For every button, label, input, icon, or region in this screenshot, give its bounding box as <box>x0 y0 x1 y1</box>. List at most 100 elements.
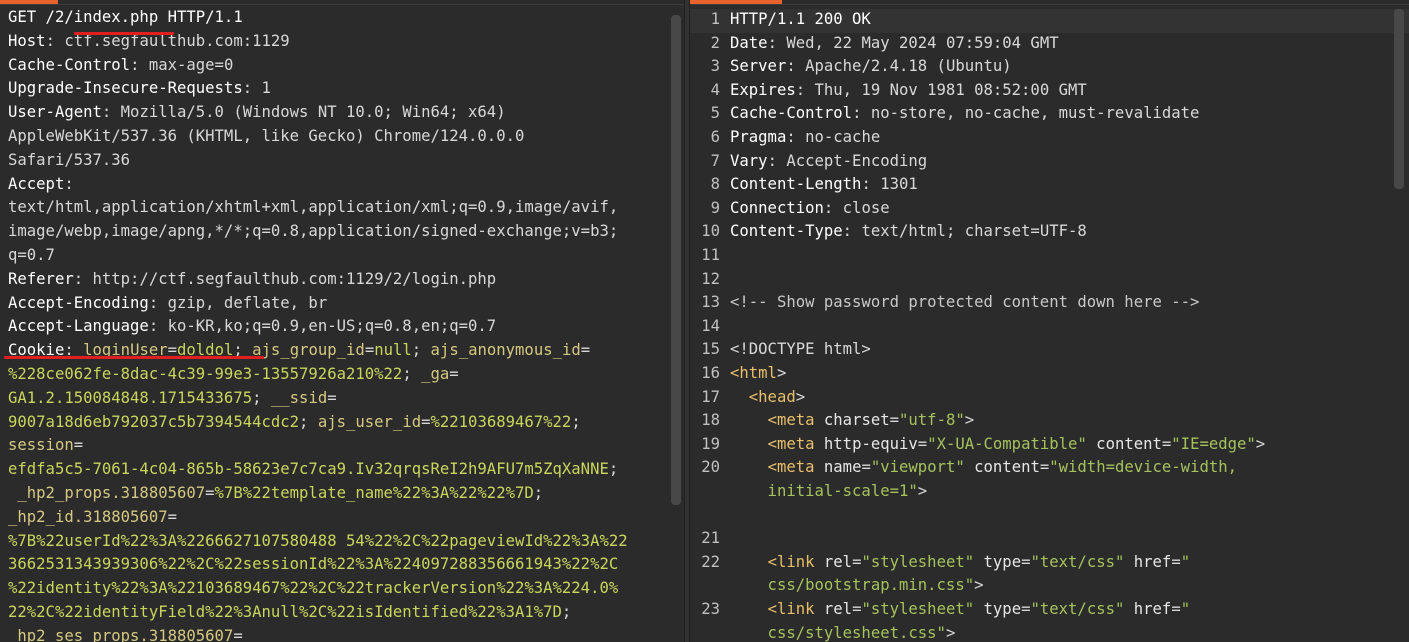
token-val: : max-age=0 <box>130 55 234 74</box>
line-number: 19 <box>701 434 720 453</box>
token-name: HTTP/1.1 200 OK <box>730 10 871 28</box>
response-line: css/bootstrap.min.css"> <box>730 573 984 597</box>
line-number: 1 <box>710 10 720 28</box>
token-cval: %22103689467%22 <box>430 412 572 431</box>
line-number: 10 <box>701 222 720 241</box>
response-line: css/stylesheet.css"> <box>730 621 956 642</box>
token-val: > <box>776 364 787 382</box>
token-val: ; <box>402 365 422 383</box>
token-val: : no-store, no-cache, must-revalidate <box>852 104 1200 123</box>
token-val: text/html,application/xhtml+xml,applicat… <box>8 198 619 217</box>
token-name: User-Agent <box>8 103 102 122</box>
token-val: ; <box>411 341 431 360</box>
token-val: : 1 <box>242 79 271 98</box>
token-cval: %228ce062fe-8dac-4c39-99e3-13557926a210%… <box>8 365 403 383</box>
request-line: _hp2_id.318805607= <box>8 505 177 529</box>
request-line: GA1.2.150084848.1715433675; __ssid= <box>8 386 337 410</box>
token-val: : <box>64 174 74 193</box>
token-grn: __ssid <box>270 388 328 407</box>
token-val: ; <box>299 412 318 431</box>
token-name: Referer <box>8 269 74 288</box>
line-number: 7 <box>710 151 720 170</box>
token-name: Vary <box>730 151 768 170</box>
token-val: = <box>580 341 591 360</box>
token-val: : Wed, 22 May 2024 07:59:04 GMT <box>767 33 1059 52</box>
token-val: : close <box>823 198 890 217</box>
token-val: ; <box>533 484 544 502</box>
request-line: Upgrade-Insecure-Requests: 1 <box>8 76 271 100</box>
token-name: GET /2/index.php HTTP/1.1 <box>8 8 243 26</box>
token-val <box>730 388 749 406</box>
token-name: Connection <box>730 198 824 217</box>
response-line: Vary: Accept-Encoding <box>730 149 927 173</box>
token-attr: type <box>974 552 1022 571</box>
token-val: = <box>449 365 459 383</box>
line-number: 16 <box>701 364 720 382</box>
token-val: = <box>205 484 215 502</box>
request-line: Accept: <box>8 172 74 196</box>
line-number: 22 <box>701 552 720 571</box>
request-editor[interactable]: GET /2/index.php HTTP/1.1 Host: ctf.segfa… <box>0 4 684 642</box>
response-line: Connection: close <box>730 196 890 220</box>
token-name: Upgrade-Insecure-Requests <box>8 79 243 98</box>
line-number <box>690 573 720 597</box>
line-number: 13 <box>701 293 720 312</box>
token-val: = <box>1171 600 1181 618</box>
line-number: 12 <box>701 269 720 288</box>
token-tag: <meta <box>767 434 815 453</box>
token-val: = <box>73 436 84 455</box>
response-line: Date: Wed, 22 May 2024 07:59:04 GMT <box>730 31 1059 55</box>
token-str: "X-UA-Compatible" <box>927 434 1087 453</box>
token-str: css/stylesheet.css" <box>730 623 946 642</box>
request-line: text/html,application/xhtml+xml,applicat… <box>8 195 618 219</box>
line-number: 4 <box>710 80 720 99</box>
line-number: 3 <box>710 57 720 76</box>
token-val: image/webp,image/apng,*/*;q=0.8,applicat… <box>8 222 619 241</box>
token-val: ; <box>608 460 619 479</box>
request-line: %7B%22userId%22%3A%2266627107580488 54%2… <box>8 529 628 553</box>
line-number: 2 <box>710 33 720 52</box>
token-attr: rel <box>814 600 853 618</box>
token-str: " <box>1180 552 1191 571</box>
line-number: 20 <box>701 458 720 477</box>
request-line: efdfa5c5-7061-4c04-865b-58623e7c7ca9.Iv3… <box>8 457 618 481</box>
token-val: : Mozilla/5.0 (Windows NT 10.0; Win64; x… <box>101 103 506 122</box>
token-str: initial-scale=1" <box>730 482 918 500</box>
line-number: 18 <box>701 411 720 430</box>
line-number: 9 <box>710 198 720 217</box>
token-attr: name <box>814 458 862 477</box>
token-str: "width=device-width, <box>1049 458 1238 477</box>
token-cval: %22identity%22%3A%22103689467%22%2C%22tr… <box>8 579 619 598</box>
request-line: %228ce062fe-8dac-4c39-99e3-13557926a210%… <box>8 362 459 386</box>
token-val: q=0.7 <box>8 246 55 264</box>
token-val: AppleWebKit/537.36 (KHTML, like Gecko) C… <box>8 127 525 145</box>
token-val: : text/html; charset=UTF-8 <box>842 222 1087 241</box>
token-attr: href <box>1124 552 1172 571</box>
token-grn: hp2 ses props.318805607 <box>8 626 234 642</box>
token-val: = <box>1171 552 1181 571</box>
line-number <box>690 503 720 527</box>
request-scrollbar[interactable] <box>671 15 681 505</box>
line-number: 15 <box>701 340 720 359</box>
token-attr: content <box>964 458 1040 477</box>
token-val: = <box>1039 458 1050 477</box>
token-name: Pragma <box>730 128 787 146</box>
request-line: Cache-Control: max-age=0 <box>8 53 233 77</box>
request-line: GET /2/index.php HTTP/1.1 <box>8 5 243 29</box>
response-editor[interactable]: 1 HTTP/1.1 200 OK 2 Date: Wed, 22 May 2024 … <box>690 4 1409 642</box>
http-message-viewer: GET /2/index.php HTTP/1.1 Host: ctf.segfa… <box>0 0 1409 642</box>
response-scrollbar[interactable] <box>1394 9 1404 189</box>
token-tag: <head <box>748 387 796 406</box>
request-line: %22identity%22%3A%22103689467%22%2C%22tr… <box>8 576 618 600</box>
token-val: <!DOCTYPE html> <box>730 340 871 359</box>
request-line: Referer: http://ctf.segfaulthub.com:1129… <box>8 267 496 291</box>
response-line: HTTP/1.1 200 OK <box>730 7 871 31</box>
token-val: > <box>795 387 806 406</box>
token-val: : http://ctf.segfaulthub.com:1129/2/logi… <box>73 269 497 288</box>
token-attr: rel <box>814 552 853 571</box>
request-line: 9007a18d6eb792037c5b7394544cdc2; ajs_use… <box>8 410 581 434</box>
request-line: Accept-Language: ko-KR,ko;q=0.9,en-US;q=… <box>8 314 496 338</box>
token-val: ; <box>571 412 581 431</box>
response-line: Content-Type: text/html; charset=UTF-8 <box>730 219 1087 243</box>
token-name: Content-Length <box>730 175 862 194</box>
